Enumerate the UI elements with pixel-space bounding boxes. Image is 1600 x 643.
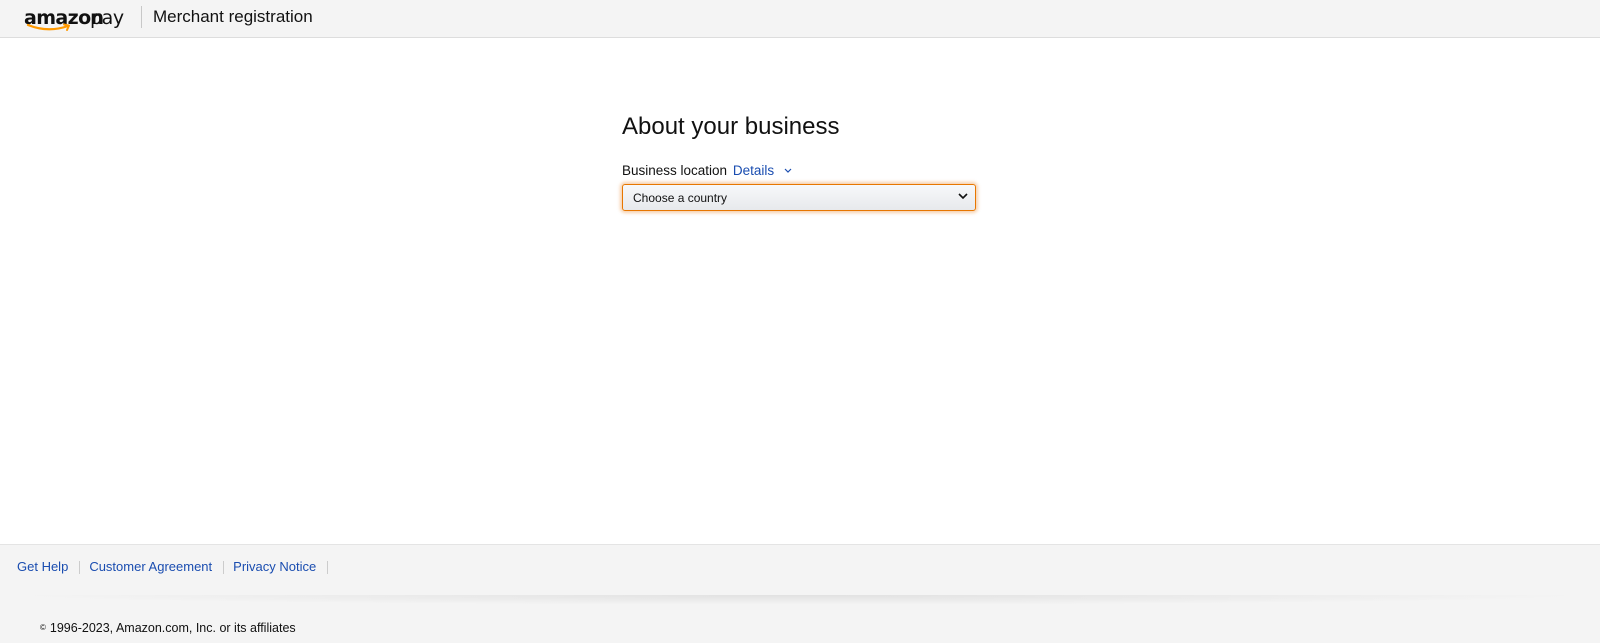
footer-separator <box>223 561 225 575</box>
amazon-pay-logo[interactable]: amazon pay <box>24 4 134 34</box>
privacy-notice-link[interactable]: Privacy Notice <box>233 559 316 574</box>
business-location-label: Business location <box>622 163 728 178</box>
customer-agreement-link[interactable]: Customer Agreement <box>89 559 212 574</box>
page-header-title: Merchant registration <box>153 7 313 26</box>
header-divider <box>141 6 142 28</box>
logo-pay-text: pay <box>90 7 124 29</box>
copyright-label: 1996-2023, Amazon.com, Inc. or its affil… <box>49 621 296 635</box>
copyright-text: © 1996-2023, Amazon.com, Inc. or its affi… <box>40 621 296 635</box>
details-link[interactable]: Details <box>733 163 774 178</box>
top-header: amazon pay Merchant registration <box>0 0 1600 38</box>
chevron-down-icon[interactable] <box>784 168 792 174</box>
dropdown-arrow-icon <box>958 193 968 200</box>
country-select-value: Choose a country <box>633 191 728 205</box>
main-content: About your business Business location De… <box>622 112 982 211</box>
copyright-symbol: © <box>40 623 46 632</box>
page-title: About your business <box>622 113 840 140</box>
footer: Get Help Customer Agreement Privacy Notice… <box>0 544 1600 643</box>
footer-separator <box>327 561 329 575</box>
amazon-smile-icon <box>26 23 70 31</box>
business-location-label-row: Business location Details <box>622 162 982 180</box>
footer-links: Get Help Customer Agreement Privacy Notice <box>17 559 337 579</box>
country-select[interactable]: Choose a country <box>622 184 976 211</box>
footer-divider-shadow <box>0 595 1600 605</box>
get-help-link[interactable]: Get Help <box>17 559 68 574</box>
footer-separator <box>79 561 81 575</box>
